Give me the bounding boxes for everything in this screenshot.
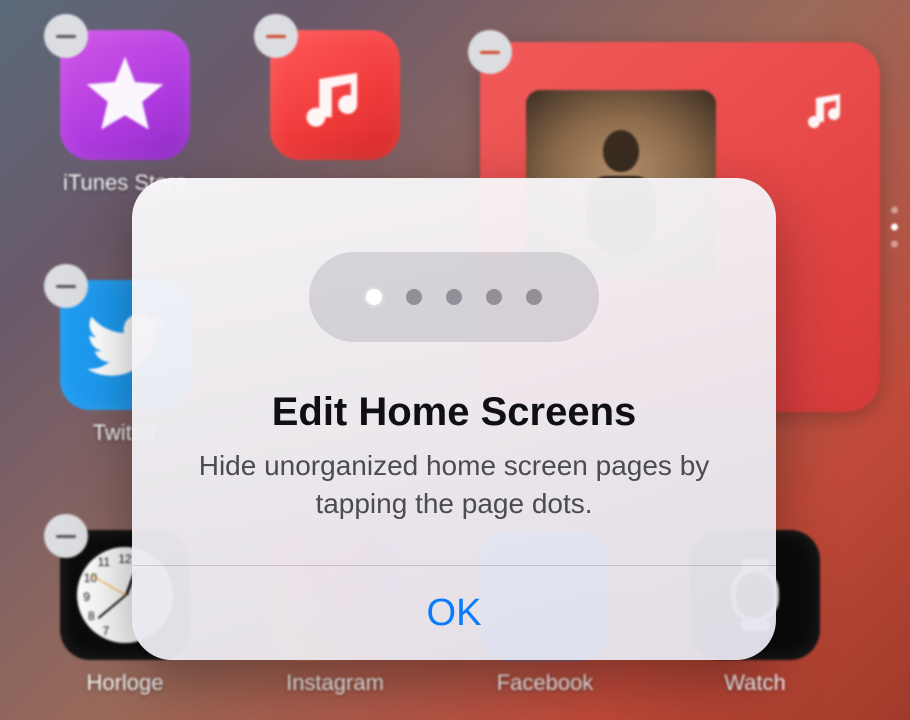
remove-app-badge[interactable] [44, 264, 88, 308]
remove-app-badge[interactable] [44, 14, 88, 58]
page-dots-indicator[interactable] [309, 252, 599, 342]
app-itunes-store[interactable]: iTunes Store [60, 30, 190, 196]
page-dot[interactable] [446, 289, 462, 305]
edit-home-screens-dialog: Edit Home Screens Hide unorganized home … [132, 178, 776, 660]
music-note-icon [802, 84, 850, 132]
page-dot[interactable] [526, 289, 542, 305]
app-label: Watch [724, 670, 786, 696]
page-dot[interactable] [406, 289, 422, 305]
remove-app-badge[interactable] [44, 514, 88, 558]
app-label: Facebook [497, 670, 594, 696]
dialog-body: Hide unorganized home screen pages by ta… [132, 447, 776, 523]
ok-button[interactable]: OK [132, 566, 776, 660]
app-label: Instagram [286, 670, 384, 696]
app-label: Horloge [86, 670, 163, 696]
music-icon [270, 30, 400, 160]
page-dot[interactable] [366, 289, 382, 305]
dialog-title: Edit Home Screens [272, 390, 637, 435]
itunes-store-icon [60, 30, 190, 160]
remove-app-badge[interactable] [254, 14, 298, 58]
page-dot[interactable] [486, 289, 502, 305]
remove-widget-badge[interactable] [468, 30, 512, 74]
app-music[interactable] [270, 30, 400, 160]
widget-stack-dots[interactable] [891, 207, 898, 248]
